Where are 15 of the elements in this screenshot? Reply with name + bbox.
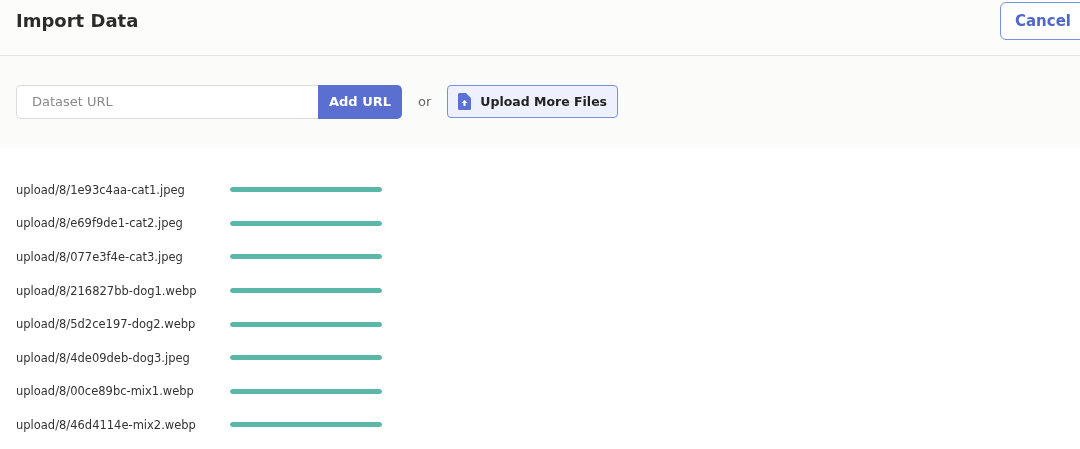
- or-separator: or: [418, 94, 432, 109]
- url-field[interactable]: Dataset URL: [16, 84, 318, 119]
- file-upload-icon: [458, 93, 472, 110]
- add-url-button[interactable]: Add URL: [318, 84, 402, 119]
- file-name: upload/8/1e93c4aa-cat1.jpeg: [16, 182, 186, 197]
- file-name: upload/8/5d2ce197-dog2.webp: [16, 317, 197, 332]
- upload-button[interactable]: Upload More Files: [447, 85, 619, 118]
- file-name: upload/8/077e3f4e-cat3.jpeg: [16, 250, 184, 264]
- file-name: upload/8/00ce89bc-mix1.webp: [16, 384, 195, 399]
- file-name: upload/8/216827bb-dog1.webp: [16, 283, 198, 298]
- file-name: upload/8/46d4114e-mix2.webp: [16, 417, 197, 432]
- file-name: upload/8/e69f9de1-cat2.jpeg: [16, 216, 184, 231]
- file-name: upload/8/4de09deb-dog3.jpeg: [16, 350, 191, 365]
- dialog-title: Import Data: [16, 10, 139, 31]
- cancel-button[interactable]: Cancel: [1000, 1, 1080, 40]
